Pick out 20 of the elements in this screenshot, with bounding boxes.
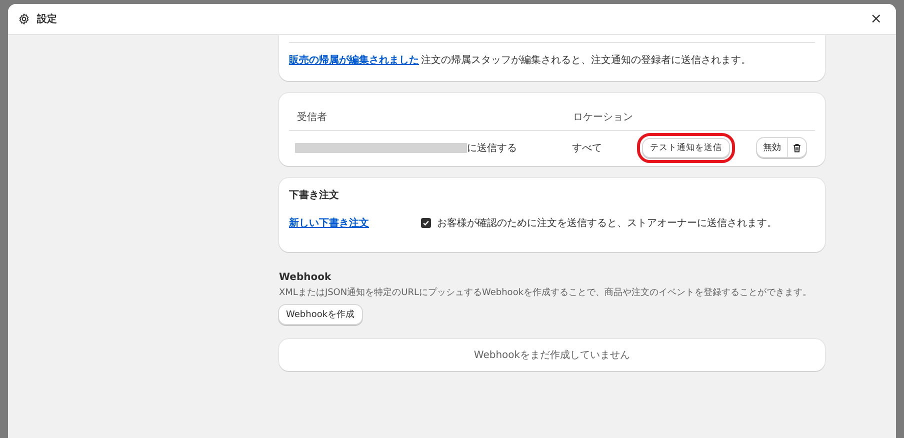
column-header: 受信者	[297, 110, 328, 124]
checkbox[interactable]	[421, 218, 431, 228]
trash-icon	[792, 142, 802, 152]
notification-link[interactable]: 新しい下書き注文	[289, 216, 421, 230]
description-text: XMLまたはJSON通知を特定のURLにプッシュするWebhookを作成することで、商品や注文のイベントを登録することができます。	[279, 286, 812, 299]
location-text: すべて	[572, 142, 603, 154]
recipient-text: に送信する	[467, 142, 518, 154]
notification-link[interactable]: 販売の帰属が編集されました	[289, 53, 421, 67]
window-title: 設定	[37, 12, 58, 26]
disable-button[interactable]: 無効	[757, 138, 787, 157]
test-notification-button[interactable]: テスト通知を送信	[643, 138, 729, 156]
settings-icon	[18, 13, 30, 25]
description-text: お客様が確認のために注文を送信すると、ストアオーナーに送信されます。	[437, 216, 777, 230]
empty-state-text: Webhookをまだ作成していません	[474, 348, 630, 362]
close-button[interactable]: ×	[868, 12, 884, 26]
section-title: 下書き注文	[289, 188, 340, 202]
section-title: Webhook	[279, 272, 332, 283]
description-text: 注文の帰属スタッフが編集されると、注文通知の登録者に送信されます。	[421, 54, 751, 67]
create-webhook-button[interactable]: Webhookを作成	[279, 305, 362, 324]
column-header: ロケーション	[573, 110, 633, 124]
